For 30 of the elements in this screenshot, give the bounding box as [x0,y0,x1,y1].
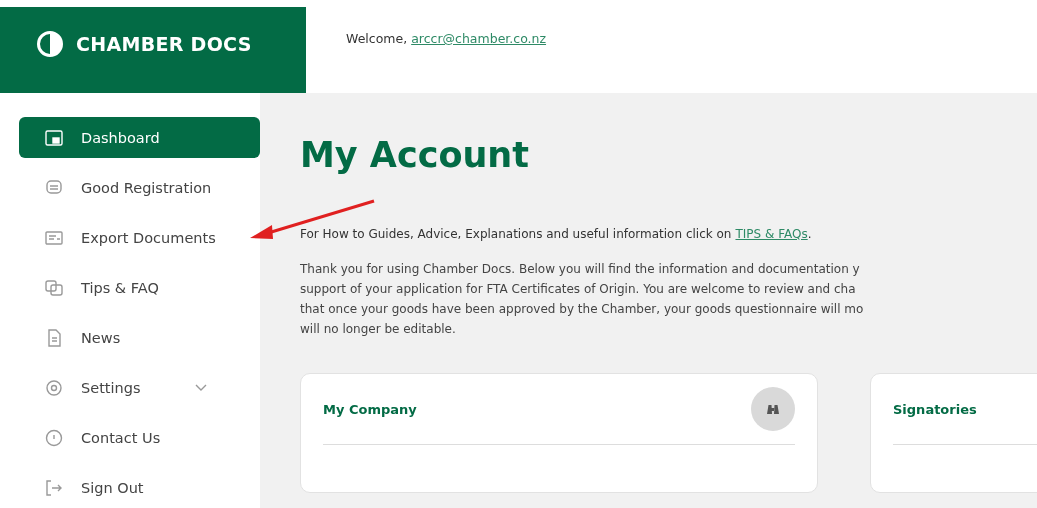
sidebar-item[interactable]: Tips & FAQ [19,267,260,308]
screen-icon [44,127,64,148]
copy-icon [44,277,64,298]
info-icon [44,427,64,448]
paragraph-line: Thank you for using Chamber Docs. Below you will find the information and documentation y [300,261,861,278]
sidebar-item[interactable]: Dashboard [19,117,260,158]
chevron-down-icon [195,383,208,392]
sidebar-item[interactable]: Good Registration [19,167,260,208]
tips-faq-link[interactable]: TIPS & FAQs [735,227,808,241]
brand-name: CHAMBER DOCS [76,33,252,55]
card-title: Signatories [893,401,977,417]
sidebar-item[interactable]: Sign Out [19,467,260,508]
paragraph-line: support of your application for FTA Certificates of Origin. You are welcome to review and cha [300,281,857,298]
card-title: My Company [323,401,417,417]
period-text: . [807,227,812,241]
sidebar-item[interactable]: Contact Us [19,417,260,458]
info-text: For How to Guides, Advice, Explanations and useful information click on [300,227,732,241]
paragraph-line: will no longer be editable. [300,321,457,338]
binoculars-button[interactable] [751,387,795,431]
user-email-link[interactable]: arccr@chamber.co.nz [411,31,547,46]
sidebar-item[interactable]: News [19,317,260,358]
sign-out-icon [44,477,64,498]
half-circle-logo-icon [36,30,64,58]
settings-icon [44,377,64,398]
paragraph-line: that once your goods have been approved by the Chamber, your goods questionnaire will mo [300,301,865,318]
binoculars-icon [766,403,780,415]
sidebar-item[interactable]: Export Documents [19,217,260,258]
page-title: My Account [300,135,531,175]
sidebar-item[interactable]: Settings [19,367,260,408]
welcome-text: Welcome, [346,31,408,46]
